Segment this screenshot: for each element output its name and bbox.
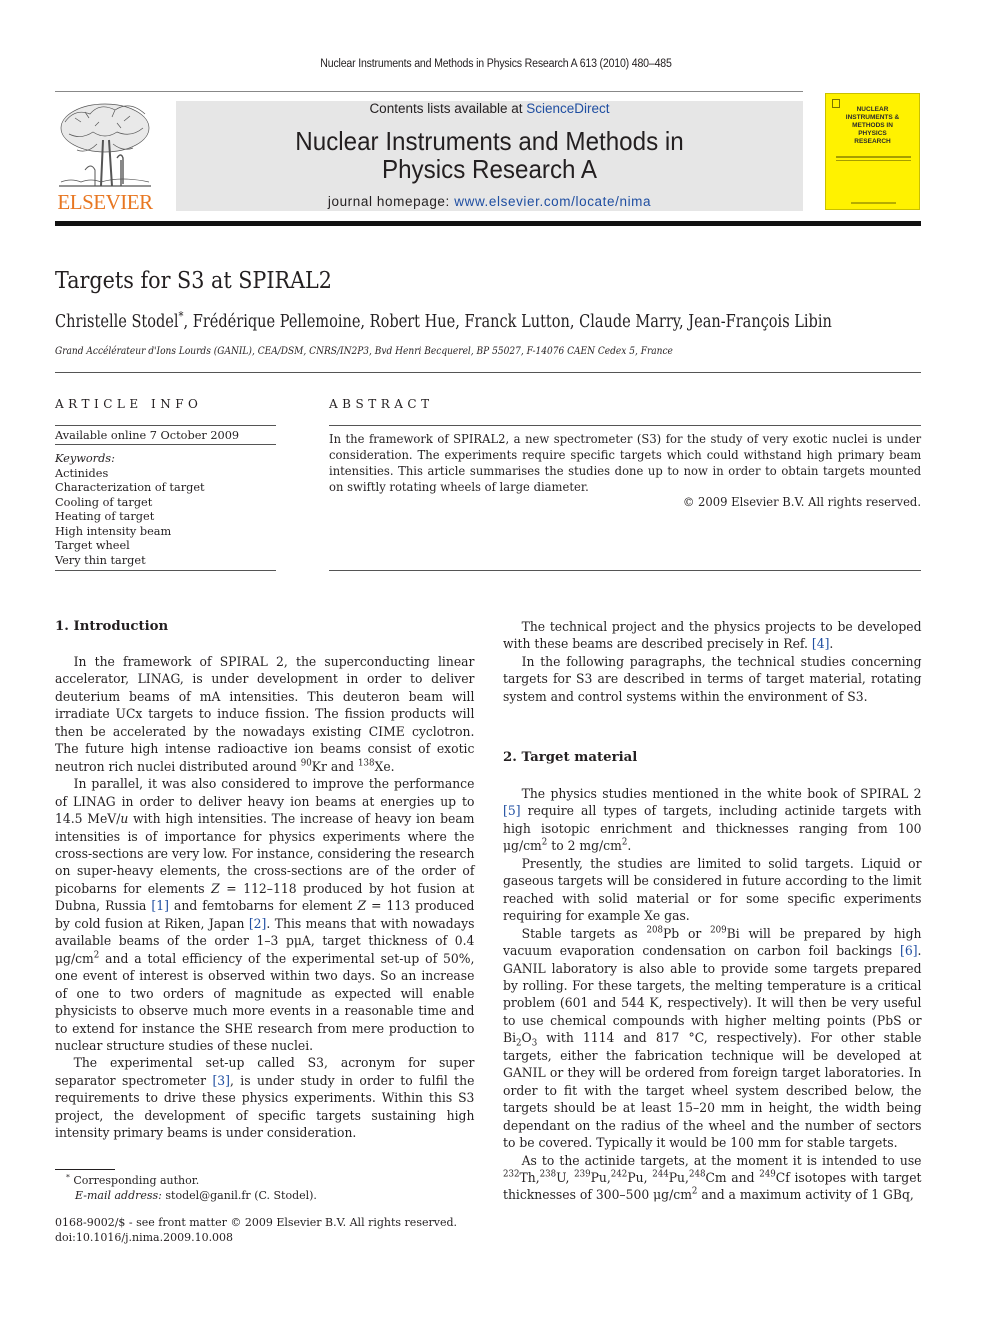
email-address[interactable]: stodel@ganil.fr (C. Stodel). bbox=[162, 1189, 317, 1202]
citation-link[interactable]: [1] bbox=[151, 899, 169, 914]
paragraph: Stable targets as 208Pb or 209Bi will be… bbox=[503, 924, 922, 1152]
author-list: Christelle Stodel*, Frédérique Pellemoin… bbox=[55, 310, 832, 332]
isotope-list: 232Th,238U, 239Pu,242Pu, 244Pu,248Cm and… bbox=[503, 1168, 790, 1186]
doi-line[interactable]: doi:10.1016/j.nima.2009.10.008 bbox=[55, 1231, 457, 1246]
authors-rest: , Frédérique Pellemoine, Robert Hue, Fra… bbox=[183, 312, 832, 332]
running-head: Nuclear Instruments and Methods in Physi… bbox=[320, 58, 672, 70]
keyword-item: Actinides bbox=[55, 466, 109, 480]
citation-link[interactable]: [6] bbox=[900, 944, 918, 959]
article-info-heading: ARTICLE INFO bbox=[55, 397, 203, 411]
issn-line: 0168-9002/$ - see front matter © 2009 El… bbox=[55, 1216, 457, 1229]
journal-title-line2: Physics Research A bbox=[381, 154, 598, 184]
corresponding-footnote: * Corresponding author. E-mail address: … bbox=[66, 1172, 317, 1202]
paragraph: As to the actinide targets, at the momen… bbox=[503, 1153, 922, 1204]
paragraph: In parallel, it was also considered to i… bbox=[55, 777, 475, 1054]
top-rule bbox=[55, 91, 803, 92]
keywords-block: Keywords: Actinides Characterization of … bbox=[55, 452, 205, 568]
cover-footer bbox=[851, 202, 896, 204]
author-first[interactable]: Christelle Stodel bbox=[55, 312, 179, 332]
keyword-item: Cooling of target bbox=[55, 495, 153, 509]
affiliation: Grand Accélérateur d'Ions Lourds (GANIL)… bbox=[55, 345, 673, 357]
keyword-item: Heating of target bbox=[55, 510, 155, 523]
article-info-rule-top bbox=[55, 425, 276, 426]
right-column: The technical project and the physics pr… bbox=[503, 619, 953, 706]
journal-title[interactable]: Nuclear Instruments and Methods in Physi… bbox=[198, 127, 781, 183]
contents-line: Contents lists available at ScienceDirec… bbox=[176, 101, 803, 116]
paragraph: The physics studies mentioned in the whi… bbox=[503, 787, 922, 855]
contents-prefix: Contents lists available at bbox=[369, 101, 527, 116]
paragraph: In the following paragraphs, the technic… bbox=[503, 654, 922, 705]
sciencedirect-link[interactable]: ScienceDirect bbox=[526, 101, 609, 116]
front-matter: 0168-9002/$ - see front matter © 2009 El… bbox=[55, 1216, 457, 1245]
header-thick-rule bbox=[55, 221, 921, 226]
citation-link[interactable]: [3] bbox=[212, 1074, 230, 1089]
homepage-line: journal homepage: www.elsevier.com/locat… bbox=[176, 194, 803, 209]
paragraph: The experimental set-up called S3, acron… bbox=[55, 1056, 475, 1142]
abstract-heading: ABSTRACT bbox=[329, 397, 434, 411]
journal-cover-thumbnail[interactable]: NUCLEAR INSTRUMENTS & METHODS IN PHYSICS… bbox=[825, 93, 920, 210]
keyword-item: Target wheel bbox=[55, 539, 130, 552]
abstract-rule-top bbox=[329, 425, 921, 426]
article-title: Targets for S3 at SPIRAL2 bbox=[55, 268, 332, 294]
right-column-section-2: The physics studies mentioned in the whi… bbox=[503, 786, 953, 1205]
article-info-rule-mid bbox=[55, 444, 276, 445]
keyword-item: Very thin target bbox=[55, 553, 146, 567]
paragraph: The technical project and the physics pr… bbox=[503, 620, 922, 653]
citation-link[interactable]: [2] bbox=[249, 917, 267, 932]
keyword-item: High intensity beam bbox=[55, 524, 172, 538]
available-online: Available online 7 October 2009 bbox=[55, 429, 240, 442]
keywords-label: Keywords: bbox=[55, 452, 115, 465]
footnote-rule bbox=[55, 1169, 115, 1170]
paragraph: In the framework of SPIRAL 2, the superc… bbox=[55, 655, 475, 775]
homepage-link[interactable]: www.elsevier.com/locate/nima bbox=[454, 194, 651, 209]
section-1-heading: 1. Introduction bbox=[55, 619, 169, 634]
citation-link[interactable]: [4] bbox=[812, 637, 830, 652]
elsevier-wordmark: ELSEVIER bbox=[57, 190, 153, 214]
citation-link[interactable]: [5] bbox=[503, 804, 521, 819]
paragraph: Presently, the studies are limited to so… bbox=[503, 856, 922, 925]
elsevier-tree-icon bbox=[59, 103, 151, 187]
abstract-rule-bottom bbox=[329, 570, 921, 571]
section-2-heading: 2. Target material bbox=[503, 750, 638, 765]
email-label: E-mail address: bbox=[75, 1188, 162, 1202]
journal-title-line1: Nuclear Instruments and Methods in bbox=[295, 126, 684, 156]
left-column: In the framework of SPIRAL 2, the superc… bbox=[55, 654, 506, 1143]
cover-subtitle bbox=[836, 156, 911, 164]
title-rule bbox=[55, 372, 921, 373]
abstract-text: In the framework of SPIRAL2, a new spect… bbox=[329, 432, 922, 494]
cover-title: NUCLEAR INSTRUMENTS & METHODS IN PHYSICS… bbox=[845, 106, 900, 145]
homepage-prefix: journal homepage: bbox=[327, 194, 455, 209]
article-info-rule-bottom bbox=[55, 570, 276, 571]
abstract-copyright: © 2009 Elsevier B.V. All rights reserved… bbox=[682, 495, 921, 509]
keyword-item: Characterization of target bbox=[55, 481, 205, 494]
